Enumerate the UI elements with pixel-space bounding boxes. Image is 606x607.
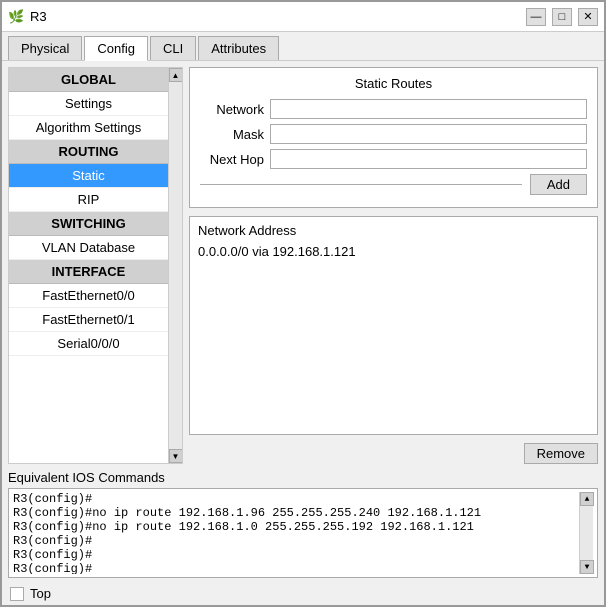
ios-line-5: R3(config)#: [13, 562, 579, 574]
add-row: Add: [200, 174, 587, 195]
ios-scroll-up[interactable]: ▲: [580, 492, 594, 506]
sidebar-header-switching: SWITCHING: [9, 212, 168, 236]
tab-bar: Physical Config CLI Attributes: [2, 32, 604, 61]
minimize-button[interactable]: —: [526, 8, 546, 26]
ios-label: Equivalent IOS Commands: [8, 470, 598, 485]
close-button[interactable]: ✕: [578, 8, 598, 26]
ios-line-2: R3(config)#no ip route 192.168.1.0 255.2…: [13, 520, 579, 534]
sidebar-header-global: GLOBAL: [9, 68, 168, 92]
ios-console: R3(config)# R3(config)#no ip route 192.1…: [8, 488, 598, 578]
bottom-section: Equivalent IOS Commands R3(config)# R3(c…: [2, 470, 604, 582]
ios-scroll-down[interactable]: ▼: [580, 560, 594, 574]
sidebar-item-fastethernet00[interactable]: FastEthernet0/0: [9, 284, 168, 308]
tab-physical[interactable]: Physical: [8, 36, 82, 60]
network-address-box: Network Address 0.0.0.0/0 via 192.168.1.…: [189, 216, 598, 435]
add-button[interactable]: Add: [530, 174, 587, 195]
remove-row: Remove: [189, 443, 598, 464]
sidebar: GLOBAL Settings Algorithm Settings ROUTI…: [8, 67, 183, 464]
next-hop-label: Next Hop: [200, 152, 270, 167]
window-controls: — □ ✕: [526, 8, 598, 26]
footer: Top: [2, 582, 604, 605]
ios-scrollbar: ▲ ▼: [579, 492, 593, 574]
ios-line-1: R3(config)#no ip route 192.168.1.96 255.…: [13, 506, 579, 520]
ios-scroll-track: [580, 506, 593, 560]
title-bar: 🌿 R3 — □ ✕: [2, 2, 604, 32]
ios-line-3: R3(config)#: [13, 534, 579, 548]
top-label: Top: [30, 586, 51, 601]
next-hop-input[interactable]: [270, 149, 587, 169]
maximize-button[interactable]: □: [552, 8, 572, 26]
top-checkbox[interactable]: [10, 587, 24, 601]
window-title: R3: [30, 9, 47, 24]
network-entry-0: 0.0.0.0/0 via 192.168.1.121: [198, 244, 589, 259]
app-icon: 🌿: [8, 9, 24, 25]
sidebar-scrollbar: ▲ ▼: [168, 68, 182, 463]
sidebar-item-fastethernet01[interactable]: FastEthernet0/1: [9, 308, 168, 332]
remove-button[interactable]: Remove: [524, 443, 598, 464]
tab-cli[interactable]: CLI: [150, 36, 196, 60]
mask-row: Mask: [200, 124, 587, 144]
ios-text-area: R3(config)# R3(config)#no ip route 192.1…: [13, 492, 579, 574]
tab-attributes[interactable]: Attributes: [198, 36, 279, 60]
content-area: GLOBAL Settings Algorithm Settings ROUTI…: [2, 61, 604, 470]
tab-config[interactable]: Config: [84, 36, 148, 61]
main-panel: Static Routes Network Mask Next Hop Add: [189, 67, 598, 464]
sidebar-scroll-up[interactable]: ▲: [169, 68, 183, 82]
sidebar-header-routing: ROUTING: [9, 140, 168, 164]
sidebar-item-serial000[interactable]: Serial0/0/0: [9, 332, 168, 356]
mask-input[interactable]: [270, 124, 587, 144]
sidebar-item-settings[interactable]: Settings: [9, 92, 168, 116]
sidebar-item-algorithm-settings[interactable]: Algorithm Settings: [9, 116, 168, 140]
ios-line-4: R3(config)#: [13, 548, 579, 562]
network-label: Network: [200, 102, 270, 117]
sidebar-inner: GLOBAL Settings Algorithm Settings ROUTI…: [9, 68, 168, 463]
divider: [200, 184, 522, 185]
sidebar-scroll-down[interactable]: ▼: [169, 449, 183, 463]
static-routes-title: Static Routes: [200, 76, 587, 91]
mask-label: Mask: [200, 127, 270, 142]
sidebar-item-static[interactable]: Static: [9, 164, 168, 188]
network-address-section: Network Address 0.0.0.0/0 via 192.168.1.…: [189, 216, 598, 464]
sidebar-header-interface: INTERFACE: [9, 260, 168, 284]
sidebar-item-vlan-database[interactable]: VLAN Database: [9, 236, 168, 260]
network-row: Network: [200, 99, 587, 119]
ios-line-0: R3(config)#: [13, 492, 579, 506]
network-address-title: Network Address: [198, 223, 589, 238]
network-input[interactable]: [270, 99, 587, 119]
main-window: 🌿 R3 — □ ✕ Physical Config CLI Attribute…: [0, 0, 606, 607]
title-left: 🌿 R3: [8, 9, 47, 25]
next-hop-row: Next Hop: [200, 149, 587, 169]
sidebar-item-rip[interactable]: RIP: [9, 188, 168, 212]
static-routes-box: Static Routes Network Mask Next Hop Add: [189, 67, 598, 208]
